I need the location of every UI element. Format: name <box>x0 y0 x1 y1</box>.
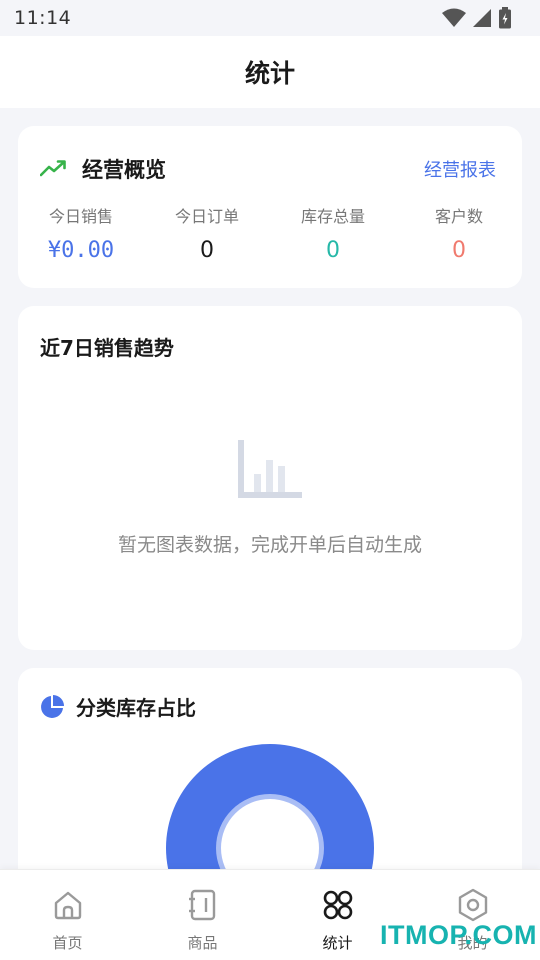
empty-chart-text: 暂无图表数据，完成开单后自动生成 <box>117 534 422 556</box>
stat-label: 今日销售 <box>48 207 113 226</box>
trend-up-icon <box>40 160 66 177</box>
signal-icon <box>473 9 491 27</box>
stat-label: 今日订单 <box>174 207 239 226</box>
category-header: 分类库存占比 <box>40 692 196 721</box>
hexagon-settings-icon <box>456 888 490 922</box>
overview-title: 经营概览 <box>82 158 166 182</box>
wifi-icon <box>442 8 466 27</box>
four-leaf-icon <box>321 888 355 922</box>
tab-label: 统计 <box>322 934 353 952</box>
pie-chart-icon <box>41 694 64 718</box>
sales-trend-card: 近7日销售趋势 暂无图表数据，完成开单后自动生成 <box>18 306 522 650</box>
stat-value: 0 <box>452 238 466 263</box>
category-title: 分类库存占比 <box>76 696 196 720</box>
overview-stats: 今日销售 ¥0.00 今日订单 0 库存总量 0 客户数 0 <box>18 206 522 266</box>
empty-chart-icon <box>238 440 302 498</box>
stat-value: ¥0.00 <box>47 238 115 263</box>
stat-today-sales[interactable]: 今日销售 ¥0.00 <box>18 206 144 266</box>
stat-customers[interactable]: 客户数 0 <box>396 206 522 266</box>
stat-value: 0 <box>200 238 214 263</box>
status-time: 11:14 <box>14 7 72 29</box>
book-icon <box>186 888 220 922</box>
tab-label: 商品 <box>187 934 218 952</box>
stat-value: 0 <box>326 238 340 263</box>
overview-card: 经营概览 经营报表 今日销售 ¥0.00 今日订单 0 库存总量 0 客户数 0 <box>18 126 522 288</box>
stat-label: 库存总量 <box>300 207 365 226</box>
stat-today-orders[interactable]: 今日订单 0 <box>144 206 270 266</box>
overview-header: 经营概览 经营报表 <box>40 152 496 186</box>
status-bar: 11:14 <box>0 0 540 36</box>
stat-stock-total[interactable]: 库存总量 0 <box>270 206 396 266</box>
home-icon <box>51 888 85 922</box>
watermark: ITMOP.COM <box>380 920 538 950</box>
tab-label: 首页 <box>52 934 83 952</box>
tab-home[interactable]: 首页 <box>0 870 135 960</box>
sales-trend-title: 近7日销售趋势 <box>40 336 174 360</box>
stat-label: 客户数 <box>434 207 483 226</box>
tab-products[interactable]: 商品 <box>135 870 270 960</box>
overview-title-group: 经营概览 <box>40 154 166 184</box>
status-icons <box>442 7 512 29</box>
page-header: 统计 <box>0 36 540 108</box>
business-report-link[interactable]: 经营报表 <box>424 156 496 182</box>
page-title: 统计 <box>244 59 295 88</box>
battery-icon <box>499 7 511 29</box>
